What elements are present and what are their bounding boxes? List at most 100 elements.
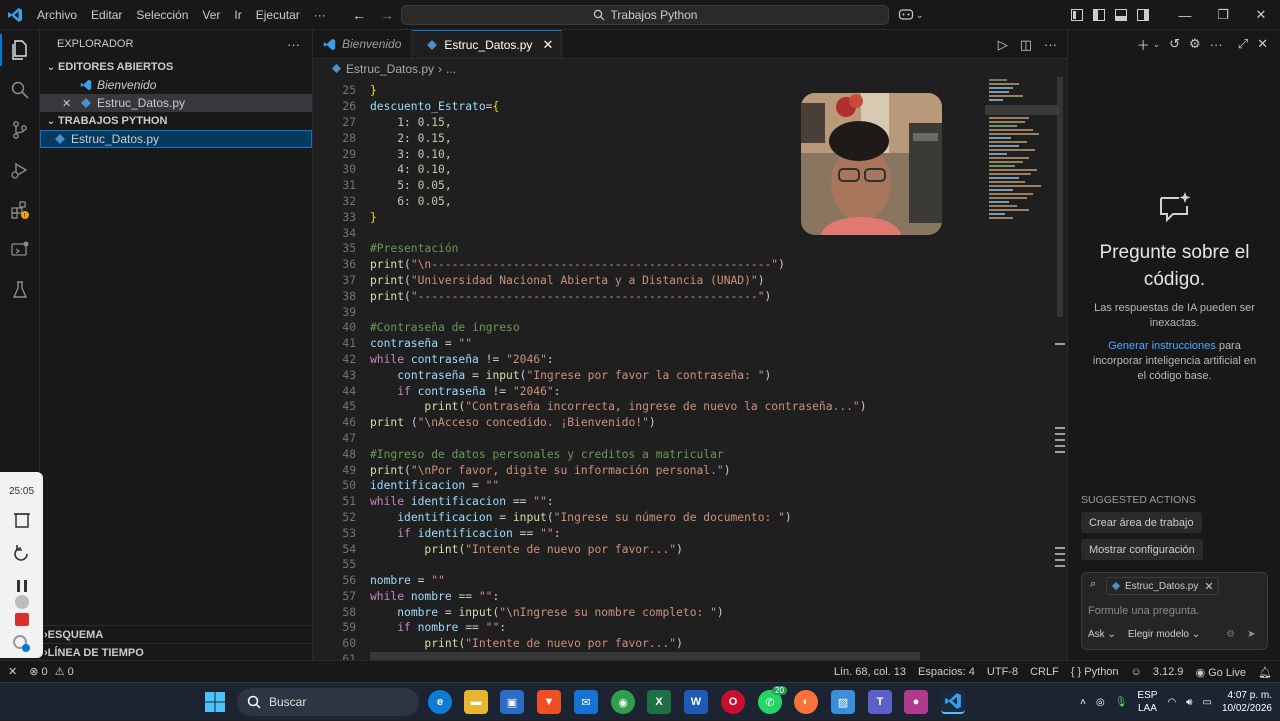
tab-estruc-datos[interactable]: Estruc_Datos.py ✕: [412, 30, 563, 58]
word-icon[interactable]: W: [684, 690, 708, 714]
code-line[interactable]: 58 nombre = input("\nIngrese su nombre c…: [313, 604, 983, 620]
horizontal-scrollbar[interactable]: [370, 652, 920, 660]
menu-ver[interactable]: Ver: [195, 0, 227, 30]
extensions-icon[interactable]: !: [0, 190, 40, 230]
open-editors-section[interactable]: ⌄ EDITORES ABIERTOS: [40, 58, 312, 76]
code-line[interactable]: 51 while identificacion == "":: [313, 494, 983, 510]
code-line[interactable]: 42 while contraseña != "2046":: [313, 352, 983, 368]
code-line[interactable]: 35 #Presentación: [313, 241, 983, 257]
file-explorer-icon[interactable]: ▬: [464, 690, 488, 714]
model-picker[interactable]: Elegir modelo ⌄: [1128, 629, 1200, 640]
attach-icon[interactable]: ⌕: [1090, 578, 1096, 591]
indentation[interactable]: Espacios: 4: [918, 666, 975, 678]
pause-icon[interactable]: [17, 580, 27, 592]
code-line[interactable]: 59 if nombre == "":: [313, 620, 983, 636]
wifi-icon[interactable]: ◠: [1167, 697, 1176, 708]
tab-bienvenido[interactable]: Bienvenido: [313, 30, 413, 58]
tray-overflow-icon[interactable]: ˄: [1080, 697, 1086, 708]
menu-ir[interactable]: Ir: [227, 0, 248, 30]
customize-layout-icon[interactable]: [1066, 0, 1088, 30]
minimize-button[interactable]: —: [1166, 0, 1204, 30]
stop-icon[interactable]: [15, 613, 29, 626]
code-line[interactable]: 60 print("Intente de nuevo por favor..."…: [313, 636, 983, 652]
battery-icon[interactable]: ▭: [1202, 697, 1211, 708]
generate-instructions-link[interactable]: Generar instrucciones: [1108, 340, 1216, 352]
menu-ejecutar[interactable]: Ejecutar: [249, 0, 307, 30]
close-icon[interactable]: ✕: [1204, 580, 1213, 593]
store-icon[interactable]: ▣: [500, 690, 524, 714]
code-line[interactable]: 55: [313, 557, 983, 573]
restart-icon[interactable]: [14, 545, 28, 561]
explorer-icon[interactable]: [0, 30, 40, 70]
run-debug-icon[interactable]: [0, 150, 40, 190]
close-tab-icon[interactable]: ✕: [542, 37, 553, 53]
menu-editar[interactable]: Editar: [84, 0, 129, 30]
problems-indicator[interactable]: ⊗ 0 ⚠ 0: [29, 665, 74, 678]
more-actions-icon[interactable]: ···: [1044, 37, 1057, 52]
close-icon[interactable]: ✕: [1257, 36, 1268, 52]
chat-input-box[interactable]: ⌕ Estruc_Datos.py ✕ Formule una pregunta…: [1081, 572, 1268, 650]
chrome-icon[interactable]: ◉: [611, 690, 635, 714]
windows-start-icon[interactable]: [204, 691, 226, 713]
new-chat-icon[interactable]: ＋: [1137, 35, 1150, 54]
toggle-secondary-sidebar-icon[interactable]: [1132, 0, 1154, 30]
open-editor-estruc-datos[interactable]: ✕ Estruc_Datos.py: [40, 94, 312, 112]
code-line[interactable]: 53 if identificacion == "":: [313, 525, 983, 541]
keyboard-language[interactable]: ESP LAA: [1137, 689, 1157, 715]
code-line[interactable]: 49 print("\nPor favor, digite su informac…: [313, 462, 983, 478]
mail-icon[interactable]: ✉: [574, 690, 598, 714]
chevron-down-icon[interactable]: ⌄: [1153, 39, 1161, 50]
code-line[interactable]: 48 #Ingreso de datos personales y credito…: [313, 446, 983, 462]
cloud-icon[interactable]: ◎: [1096, 697, 1105, 708]
photos-icon[interactable]: ▨: [831, 690, 855, 714]
remote-icon[interactable]: ✕: [8, 665, 17, 678]
search-icon[interactable]: [0, 70, 40, 110]
code-line[interactable]: 41 contraseña = "": [313, 336, 983, 352]
python-version[interactable]: ☺ 3.12.9: [1131, 666, 1184, 678]
toggle-sidebar-icon[interactable]: [1088, 0, 1110, 30]
history-icon[interactable]: ↺: [1169, 36, 1180, 52]
restore-button[interactable]: ❐: [1204, 0, 1242, 30]
language-mode[interactable]: { } Python: [1071, 666, 1119, 678]
menu-seleccion[interactable]: Selección: [129, 0, 195, 30]
code-line[interactable]: 50 identificacion = "": [313, 478, 983, 494]
code-line[interactable]: 46 print ("\nAcceso concedido. ¡Bienvenid…: [313, 415, 983, 431]
code-line[interactable]: 43 contraseña = input("Ingrese por favor…: [313, 367, 983, 383]
folder-section[interactable]: ⌄ TRABAJOS PYTHON: [40, 112, 312, 130]
show-settings-button[interactable]: Mostrar configuración: [1081, 539, 1203, 560]
gear-icon[interactable]: ⚙: [1189, 36, 1201, 52]
opera-icon[interactable]: O: [721, 690, 745, 714]
split-editor-icon[interactable]: ◫: [1020, 37, 1032, 53]
forward-arrow-icon[interactable]: →: [380, 7, 394, 23]
go-live-button[interactable]: ◉ Go Live: [1195, 666, 1246, 679]
source-control-icon[interactable]: [0, 110, 40, 150]
copilot-menu-button[interactable]: ⌄: [898, 0, 924, 30]
mode-picker[interactable]: Ask ⌄: [1088, 629, 1116, 640]
code-line[interactable]: 54 print("Intente de nuevo por favor..."…: [313, 541, 983, 557]
code-line[interactable]: 44 if contraseña != "2046":: [313, 383, 983, 399]
brave-icon[interactable]: ▼: [537, 690, 561, 714]
breadcrumb-rest[interactable]: ...: [446, 62, 456, 76]
firefox-icon[interactable]: ◐: [794, 690, 818, 714]
encoding[interactable]: UTF-8: [987, 666, 1018, 678]
code-line[interactable]: 45 print("Contraseña incorrecta, ingrese…: [313, 399, 983, 415]
attached-file-chip[interactable]: Estruc_Datos.py ✕: [1106, 577, 1219, 595]
vertical-scrollbar[interactable]: [1055, 77, 1065, 657]
run-icon[interactable]: ▷: [998, 37, 1008, 53]
code-line[interactable]: 39: [313, 304, 983, 320]
teams-icon[interactable]: T: [868, 690, 892, 714]
open-editor-bienvenido[interactable]: Bienvenido: [40, 76, 312, 94]
code-line[interactable]: 57 while nombre == "":: [313, 589, 983, 605]
notifications-icon[interactable]: 🔔︎: [1258, 666, 1272, 679]
maximize-icon[interactable]: ⤢: [1238, 36, 1248, 52]
clock[interactable]: 4:07 p. m. 10/02/2026: [1222, 689, 1272, 715]
outline-section[interactable]: › ESQUEMA: [40, 625, 313, 643]
gear-icon[interactable]: [13, 635, 30, 652]
code-line[interactable]: 37 print("Universidad Nacional Abierta y …: [313, 273, 983, 289]
breadcrumb-file[interactable]: Estruc_Datos.py: [346, 62, 434, 76]
minimap[interactable]: [985, 77, 1059, 657]
trash-icon[interactable]: [14, 513, 30, 528]
timeline-section[interactable]: › LÍNEA DE TIEMPO: [40, 643, 313, 661]
more-actions-icon[interactable]: ···: [1210, 37, 1223, 52]
send-icon[interactable]: ➤: [1247, 629, 1255, 640]
